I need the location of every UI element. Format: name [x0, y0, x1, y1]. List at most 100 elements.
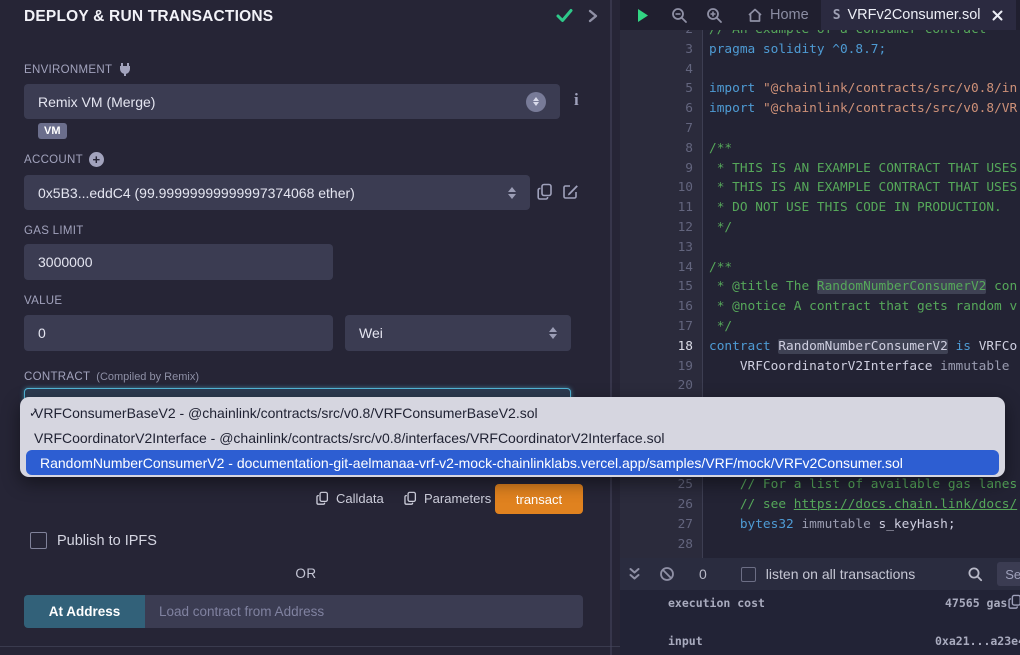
expand-terminal-chevrons-icon[interactable]	[628, 567, 641, 582]
plug-icon	[118, 62, 132, 77]
code-line[interactable]: 25 // For a list of available gas lanes	[620, 475, 1020, 495]
search-icon	[967, 566, 983, 582]
contract-sublabel: (Compiled by Remix)	[96, 371, 199, 383]
code-line[interactable]: 4	[620, 60, 1020, 80]
code-line[interactable]: 13	[620, 238, 1020, 258]
contract-dropdown-item[interactable]: VRFCoordinatorV2Interface - @chainlink/c…	[20, 425, 1005, 450]
code-line[interactable]: 7	[620, 119, 1020, 139]
checkmark-icon: ✓	[20, 406, 34, 420]
code-text: /**	[704, 139, 732, 159]
code-line[interactable]: 10 * THIS IS AN EXAMPLE CONTRACT THAT US…	[620, 178, 1020, 198]
code-line[interactable]: 9 * THIS IS AN EXAMPLE CONTRACT THAT USE…	[620, 159, 1020, 179]
code-text: * @title The RandomNumberConsumerV2 con	[704, 277, 1017, 297]
code-line[interactable]: 3pragma solidity ^0.8.7;	[620, 40, 1020, 60]
clear-console-ban-icon[interactable]	[659, 566, 675, 582]
editor-tabbar: Home S VRFv2Consumer.sol	[620, 0, 1020, 30]
value-input[interactable]	[24, 315, 333, 351]
code-line[interactable]: 14/**	[620, 258, 1020, 278]
code-editor: Home S VRFv2Consumer.sol 2// An example …	[620, 0, 1020, 655]
terminal-search-input[interactable]	[997, 562, 1020, 586]
edit-account-icon[interactable]	[562, 183, 579, 200]
collapse-panel-chevron-icon[interactable]	[586, 8, 600, 24]
code-text: */	[704, 317, 732, 337]
transact-button[interactable]: transact	[495, 484, 583, 514]
code-line[interactable]: 5import "@chainlink/contracts/src/v0.8/i…	[620, 79, 1020, 99]
terminal-row-value: 47565 gas	[945, 596, 1007, 610]
zoom-in-icon[interactable]	[706, 7, 723, 24]
at-address-button[interactable]: At Address	[24, 595, 145, 628]
line-number: 4	[620, 60, 704, 80]
account-select[interactable]: 0x5B3...eddC4 (99.99999999999997374068 e…	[24, 175, 530, 210]
environment-select[interactable]: Remix VM (Merge)	[24, 84, 560, 119]
select-arrows-icon	[526, 92, 546, 112]
contract-dropdown-item[interactable]: ✓VRFConsumerBaseV2 - @chainlink/contract…	[20, 400, 1005, 425]
line-number: 7	[620, 119, 704, 139]
line-number: 13	[620, 238, 704, 258]
account-label: ACCOUNT +	[24, 152, 104, 167]
account-value: 0x5B3...eddC4 (99.99999999999997374068 e…	[38, 185, 355, 201]
zoom-out-icon[interactable]	[671, 7, 688, 24]
listen-all-transactions-checkbox[interactable]	[741, 567, 756, 582]
code-line[interactable]: 11 * DO NOT USE THIS CODE IN PRODUCTION.	[620, 198, 1020, 218]
deploy-run-panel: DEPLOY & RUN TRANSACTIONS ENVIRONMENT Re…	[0, 0, 620, 655]
value-unit-select[interactable]: Wei	[345, 315, 571, 351]
tab-vrfv2consumer[interactable]: S VRFv2Consumer.sol	[821, 0, 1017, 30]
remix-ide-window: DEPLOY & RUN TRANSACTIONS ENVIRONMENT Re…	[0, 0, 1020, 655]
contract-dropdown-item-label: RandomNumberConsumerV2 - documentation-g…	[40, 455, 903, 471]
code-line[interactable]: 27 bytes32 immutable s_keyHash;	[620, 515, 1020, 535]
panel-scrollbar[interactable]	[610, 0, 612, 655]
line-number: 20	[620, 376, 704, 396]
line-number: 6	[620, 99, 704, 119]
code-line[interactable]: 28	[620, 535, 1020, 555]
listen-all-transactions-label: listen on all transactions	[766, 566, 915, 582]
copy-value-icon[interactable]	[1008, 594, 1020, 610]
contract-dropdown-item-label: VRFCoordinatorV2Interface - @chainlink/c…	[34, 430, 665, 446]
at-address-input[interactable]	[145, 595, 583, 628]
code-line[interactable]: 20	[620, 376, 1020, 396]
code-area[interactable]: 2// An example of a consumer contract3pr…	[620, 30, 1020, 558]
code-text	[704, 535, 709, 555]
code-text: contract RandomNumberConsumerV2 is VRFCo	[704, 337, 1017, 357]
parameters-button[interactable]: Parameters	[404, 491, 491, 506]
code-text: // For a list of available gas lanes	[704, 475, 1017, 495]
line-number: 3	[620, 40, 704, 60]
line-number: 12	[620, 218, 704, 238]
code-line[interactable]: 6import "@chainlink/contracts/src/v0.8/V…	[620, 99, 1020, 119]
home-icon	[747, 8, 763, 23]
line-number: 14	[620, 258, 704, 278]
line-number: 9	[620, 159, 704, 179]
code-text: pragma solidity ^0.8.7;	[704, 40, 886, 60]
code-line[interactable]: 18contract RandomNumberConsumerV2 is VRF…	[620, 337, 1020, 357]
code-line[interactable]: 26 // see https://docs.chain.link/docs/	[620, 495, 1020, 515]
code-line[interactable]: 17 */	[620, 317, 1020, 337]
publish-ipfs-label: Publish to IPFS	[57, 533, 157, 549]
code-text	[704, 60, 709, 80]
close-tab-icon[interactable]	[991, 9, 1004, 22]
contract-dropdown-item[interactable]: RandomNumberConsumerV2 - documentation-g…	[26, 450, 999, 475]
code-text: * THIS IS AN EXAMPLE CONTRACT THAT USES	[704, 159, 1017, 179]
contract-label: CONTRACT (Compiled by Remix)	[24, 371, 199, 383]
code-text	[704, 238, 709, 258]
code-line[interactable]: 15 * @title The RandomNumberConsumerV2 c…	[620, 277, 1020, 297]
copy-account-icon[interactable]	[537, 183, 553, 201]
calldata-button[interactable]: Calldata	[316, 491, 384, 506]
gas-limit-input[interactable]	[24, 244, 333, 280]
contract-dropdown-menu: ✓VRFConsumerBaseV2 - @chainlink/contract…	[20, 397, 1005, 477]
copy-icon	[404, 491, 417, 506]
solidity-file-icon: S	[833, 8, 841, 23]
run-script-play-icon[interactable]	[634, 7, 651, 24]
code-line[interactable]: 12 */	[620, 218, 1020, 238]
code-line[interactable]: 16 * @notice A contract that gets random…	[620, 297, 1020, 317]
code-text	[704, 119, 709, 139]
environment-info-icon[interactable]: i	[574, 90, 579, 110]
code-line[interactable]: 2// An example of a consumer contract	[620, 30, 1020, 40]
line-number: 28	[620, 535, 704, 555]
tab-home[interactable]: Home	[735, 0, 821, 30]
publish-ipfs-checkbox[interactable]	[30, 532, 47, 549]
code-line[interactable]: 8/**	[620, 139, 1020, 159]
line-number: 10	[620, 178, 704, 198]
transaction-count: 0	[699, 566, 707, 582]
code-line[interactable]: 19 VRFCoordinatorV2Interface immutable	[620, 357, 1020, 377]
add-account-icon[interactable]: +	[89, 152, 104, 167]
code-text: * @notice A contract that gets random v	[704, 297, 1017, 317]
